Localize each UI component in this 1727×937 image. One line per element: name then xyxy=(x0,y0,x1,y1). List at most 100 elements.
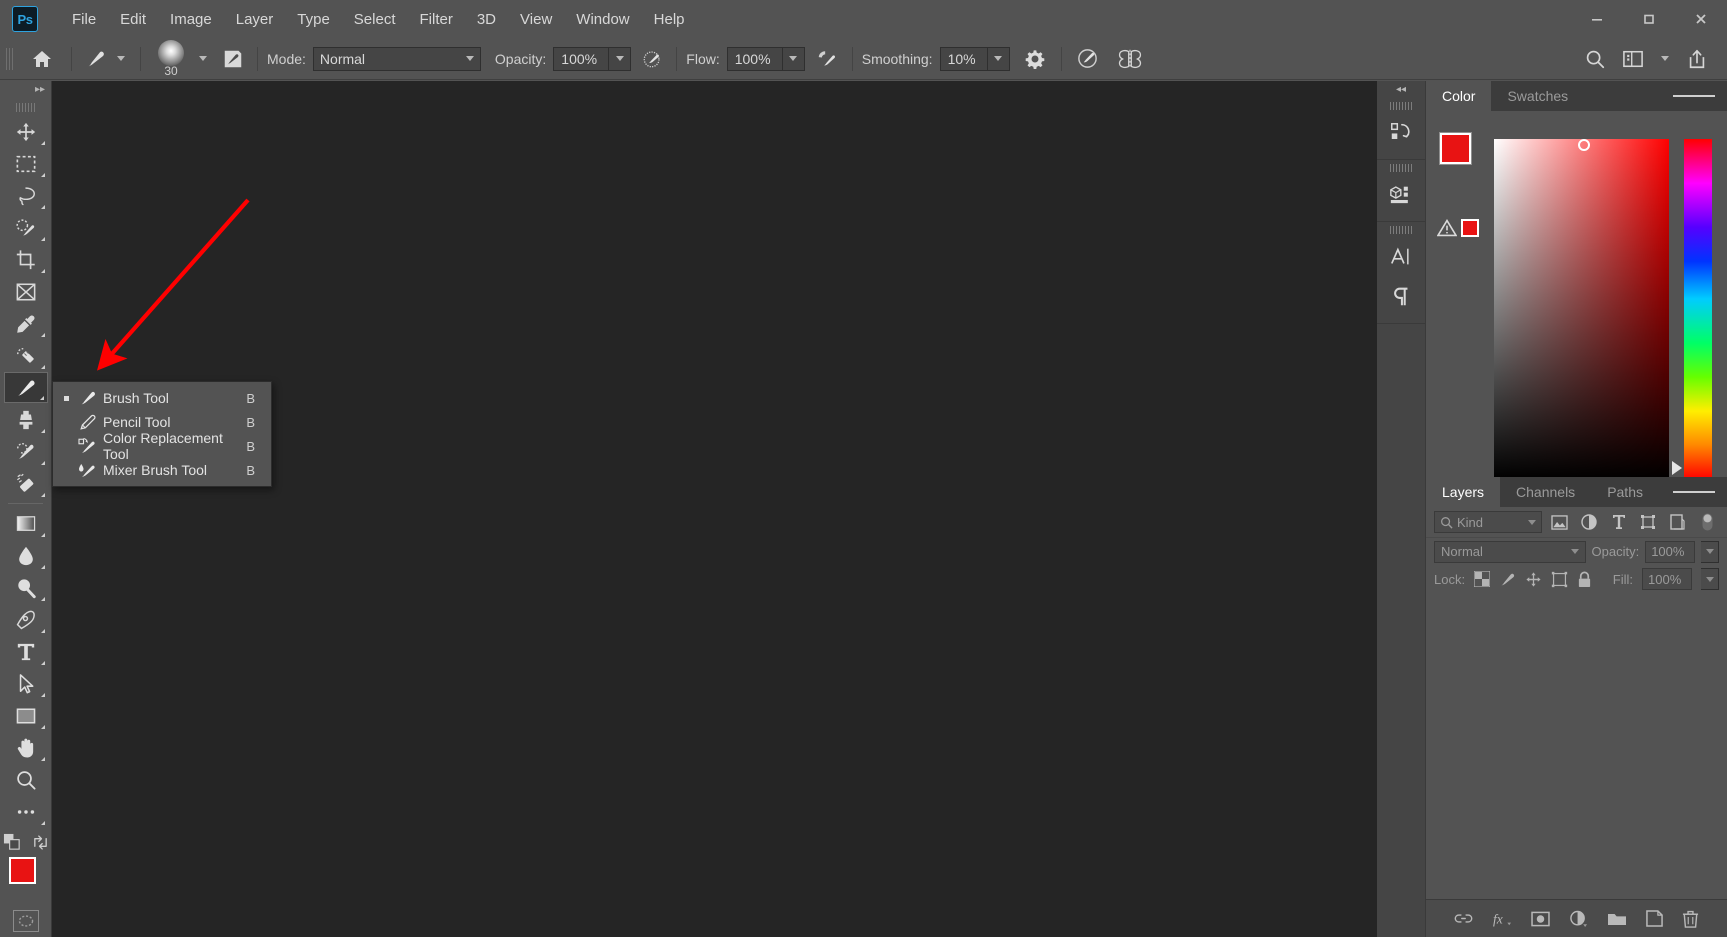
maximize-button[interactable] xyxy=(1623,0,1675,38)
dock-gripper[interactable] xyxy=(1377,222,1425,237)
rectangle-tool[interactable] xyxy=(4,700,48,731)
lock-transparent-pixels[interactable] xyxy=(1474,571,1491,587)
history-brush-tool[interactable] xyxy=(4,436,48,467)
brush-preset-caret-icon[interactable] xyxy=(111,47,131,71)
brush-settings-panel-icon[interactable] xyxy=(218,44,248,74)
menu-image[interactable]: Image xyxy=(158,7,224,32)
foreground-color-swatch[interactable] xyxy=(8,857,36,884)
lock-image-pixels[interactable] xyxy=(1499,571,1516,588)
move-tool[interactable] xyxy=(4,116,48,147)
hand-tool[interactable] xyxy=(4,732,48,763)
color-swatches[interactable] xyxy=(4,854,52,900)
flow-caret-icon[interactable] xyxy=(782,46,805,71)
layer-list[interactable] xyxy=(1426,592,1727,899)
tab-layers[interactable]: Layers xyxy=(1426,477,1501,507)
toolbar-gripper[interactable] xyxy=(0,98,51,116)
lock-position[interactable] xyxy=(1525,571,1542,588)
spot-healing-brush-tool[interactable] xyxy=(4,340,48,371)
menu-window[interactable]: Window xyxy=(564,7,641,32)
gamut-substitute-swatch[interactable] xyxy=(1461,219,1479,237)
layer-fill-caret-icon[interactable] xyxy=(1701,568,1719,590)
new-layer-button[interactable] xyxy=(1646,910,1663,927)
blend-mode-select[interactable]: Normal xyxy=(312,46,481,71)
search-icon[interactable] xyxy=(1579,44,1611,74)
frame-tool[interactable] xyxy=(4,276,48,307)
link-layers-button[interactable] xyxy=(1454,911,1473,926)
smoothing-caret-icon[interactable] xyxy=(987,46,1010,71)
dock-gripper[interactable] xyxy=(1377,98,1425,113)
expand-toolbar-icon[interactable]: ▸▸ xyxy=(0,81,51,98)
tab-channels[interactable]: Channels xyxy=(1500,477,1592,507)
brush-size-preview[interactable]: 30 xyxy=(150,39,192,78)
tab-swatches[interactable]: Swatches xyxy=(1491,81,1585,111)
lock-all[interactable] xyxy=(1577,571,1592,588)
color-panel-menu-icon[interactable] xyxy=(1661,81,1727,111)
color-panel-foreground-swatch[interactable] xyxy=(1439,132,1472,165)
rectangular-marquee-tool[interactable] xyxy=(4,148,48,179)
flyout-item-color-replacement-tool[interactable]: Color Replacement Tool B xyxy=(53,430,271,462)
flyout-item-mixer-brush-tool[interactable]: Mixer Brush Tool B xyxy=(53,458,271,482)
menu-help[interactable]: Help xyxy=(642,7,697,32)
brush-preset-icon[interactable] xyxy=(81,44,111,74)
symmetry-butterfly-icon[interactable] xyxy=(1111,44,1149,74)
object-selection-tool[interactable] xyxy=(4,212,48,243)
libraries-panel-icon[interactable] xyxy=(1377,175,1425,215)
opacity-caret-icon[interactable] xyxy=(609,46,632,71)
clone-stamp-tool[interactable] xyxy=(4,404,48,435)
color-panel-swatches[interactable] xyxy=(1439,132,1486,179)
filter-toggle-icon[interactable] xyxy=(1695,511,1719,533)
close-button[interactable] xyxy=(1675,0,1727,38)
lock-artboard-nesting[interactable] xyxy=(1551,571,1568,588)
dock-gripper[interactable] xyxy=(1377,160,1425,175)
default-colors-icon[interactable] xyxy=(3,833,22,852)
history-panel-icon[interactable] xyxy=(1377,113,1425,153)
menu-file[interactable]: File xyxy=(60,7,108,32)
zoom-tool[interactable] xyxy=(4,764,48,795)
options-bar-gripper[interactable] xyxy=(5,45,14,72)
menu-3d[interactable]: 3D xyxy=(465,7,508,32)
out-of-gamut-warning[interactable] xyxy=(1437,219,1479,237)
menu-filter[interactable]: Filter xyxy=(408,7,465,32)
layer-opacity-caret-icon[interactable] xyxy=(1701,540,1719,563)
tab-paths[interactable]: Paths xyxy=(1591,477,1659,507)
document-canvas[interactable] xyxy=(52,81,1377,937)
path-selection-tool[interactable] xyxy=(4,668,48,699)
menu-type[interactable]: Type xyxy=(285,7,342,32)
pressure-opacity-icon[interactable] xyxy=(637,45,667,73)
home-icon[interactable] xyxy=(22,44,62,74)
blur-tool[interactable] xyxy=(4,540,48,571)
flyout-item-brush-tool[interactable]: Brush Tool B xyxy=(53,386,271,410)
dodge-tool[interactable] xyxy=(4,572,48,603)
brush-tool[interactable] xyxy=(3,372,48,403)
crop-tool[interactable] xyxy=(4,244,48,275)
filter-shape-layers[interactable] xyxy=(1636,511,1660,533)
new-group-button[interactable] xyxy=(1607,911,1627,927)
new-adjustment-layer-button[interactable] xyxy=(1569,910,1588,928)
color-field[interactable] xyxy=(1494,139,1669,479)
filter-type-layers[interactable] xyxy=(1607,511,1631,533)
color-picker-marker-icon[interactable] xyxy=(1578,139,1590,151)
swap-colors-icon[interactable] xyxy=(32,834,49,851)
opacity-input[interactable]: 100% xyxy=(553,46,610,71)
character-panel-icon[interactable] xyxy=(1377,237,1425,277)
menu-view[interactable]: View xyxy=(508,7,564,32)
filter-adjustment-layers[interactable] xyxy=(1577,511,1601,533)
paragraph-panel-icon[interactable] xyxy=(1377,277,1425,317)
menu-edit[interactable]: Edit xyxy=(108,7,158,32)
quick-mask-icon[interactable] xyxy=(12,910,39,932)
workspace-layout-icon[interactable] xyxy=(1617,44,1649,74)
minimize-button[interactable] xyxy=(1571,0,1623,38)
add-layer-mask-button[interactable] xyxy=(1531,911,1550,927)
hue-slider[interactable] xyxy=(1684,139,1712,479)
edit-toolbar-tool[interactable] xyxy=(4,796,48,827)
filter-smart-objects[interactable] xyxy=(1666,511,1690,533)
layers-panel-menu-icon[interactable] xyxy=(1661,477,1727,507)
lasso-tool[interactable] xyxy=(4,180,48,211)
eraser-tool[interactable] xyxy=(4,468,48,499)
menu-layer[interactable]: Layer xyxy=(224,7,286,32)
share-icon[interactable] xyxy=(1681,44,1713,74)
tab-color[interactable]: Color xyxy=(1426,81,1492,111)
flow-input[interactable]: 100% xyxy=(726,46,783,71)
filter-pixel-layers[interactable] xyxy=(1548,511,1572,533)
eyedropper-tool[interactable] xyxy=(4,308,48,339)
